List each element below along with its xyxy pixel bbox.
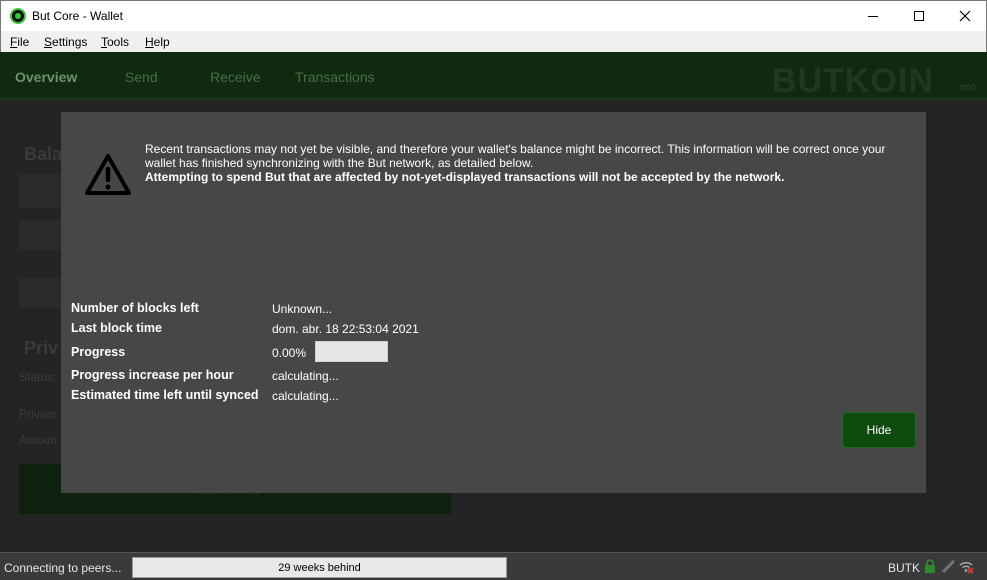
close-button[interactable] (942, 1, 987, 31)
brand-logo: BUTKOIN (772, 62, 934, 100)
balance-box (19, 174, 61, 208)
progress-rate-label: Progress increase per hour (71, 368, 234, 382)
sync-notice-warning: Attempting to spend But that are affecte… (145, 170, 785, 184)
progress-label: Progress (71, 345, 126, 359)
sync-modal: Recent transactions may not yet be visib… (61, 112, 926, 493)
menu-help-mnemonic: H (145, 35, 154, 49)
blocks-left-label: Number of blocks left (71, 301, 199, 315)
unit-selector[interactable]: BUTK (888, 561, 920, 575)
tab-receive[interactable]: Receive (210, 69, 261, 85)
staking-icon (941, 559, 955, 573)
menu-settings-mnemonic: S (44, 35, 53, 49)
minimize-button[interactable] (850, 1, 896, 31)
window-title: But Core - Wallet (32, 9, 123, 23)
maximize-button[interactable] (896, 1, 942, 31)
menu-bar: File Settings Tools Help (0, 31, 987, 52)
private-label: Private (19, 407, 57, 421)
last-block-time-value: dom. abr. 18 22:53:04 2021 (272, 322, 419, 336)
amount-label: Amoun (19, 433, 58, 447)
hide-button[interactable]: Hide (842, 412, 916, 448)
time-left-label: Estimated time left until synced (71, 388, 259, 402)
close-icon (959, 10, 971, 22)
tab-send[interactable]: Send (125, 69, 158, 85)
sync-progress-bar: 29 weeks behind (132, 557, 507, 578)
menu-help[interactable]: Help (145, 35, 170, 49)
menu-file-label: ile (17, 35, 30, 49)
connection-status: Connecting to peers... (4, 561, 122, 575)
main-toolbar: Overview Send Receive Transactions BUTKO… (0, 52, 987, 100)
tab-overview[interactable]: Overview (15, 69, 77, 85)
menu-help-label: elp (153, 35, 170, 49)
title-bar: But Core - Wallet (0, 0, 987, 31)
sync-notice: Recent transactions may not yet be visib… (145, 142, 905, 184)
lock-icon (925, 559, 935, 573)
status-bar: Connecting to peers... 29 weeks behind B… (0, 552, 987, 580)
progress-bar (315, 341, 388, 362)
balance-box (19, 220, 61, 250)
privacy-title: Priv (24, 338, 59, 358)
progress-value: 0.00% (272, 346, 307, 360)
status-label: Status: (19, 370, 57, 384)
balance-box (19, 278, 61, 308)
balance-title: Bala (24, 144, 63, 164)
app-logo-icon (10, 8, 26, 24)
minimize-icon (868, 15, 878, 17)
maximize-icon (914, 11, 924, 21)
brand-subtitle: eco (960, 82, 977, 93)
network-icon[interactable] (958, 558, 974, 574)
progress-rate-value: calculating... (272, 369, 339, 383)
menu-file[interactable]: File (10, 35, 29, 49)
menu-tools[interactable]: Tools (101, 35, 129, 49)
blocks-left-value: Unknown... (272, 302, 333, 316)
tab-transactions[interactable]: Transactions (295, 69, 375, 85)
time-left-value: calculating... (272, 389, 339, 403)
sync-notice-text: Recent transactions may not yet be visib… (145, 142, 886, 170)
last-block-time-label: Last block time (71, 321, 162, 335)
menu-settings[interactable]: Settings (44, 35, 87, 49)
menu-settings-label: ettings (52, 35, 88, 49)
warning-icon (85, 154, 131, 195)
menu-tools-label: ools (107, 35, 130, 49)
